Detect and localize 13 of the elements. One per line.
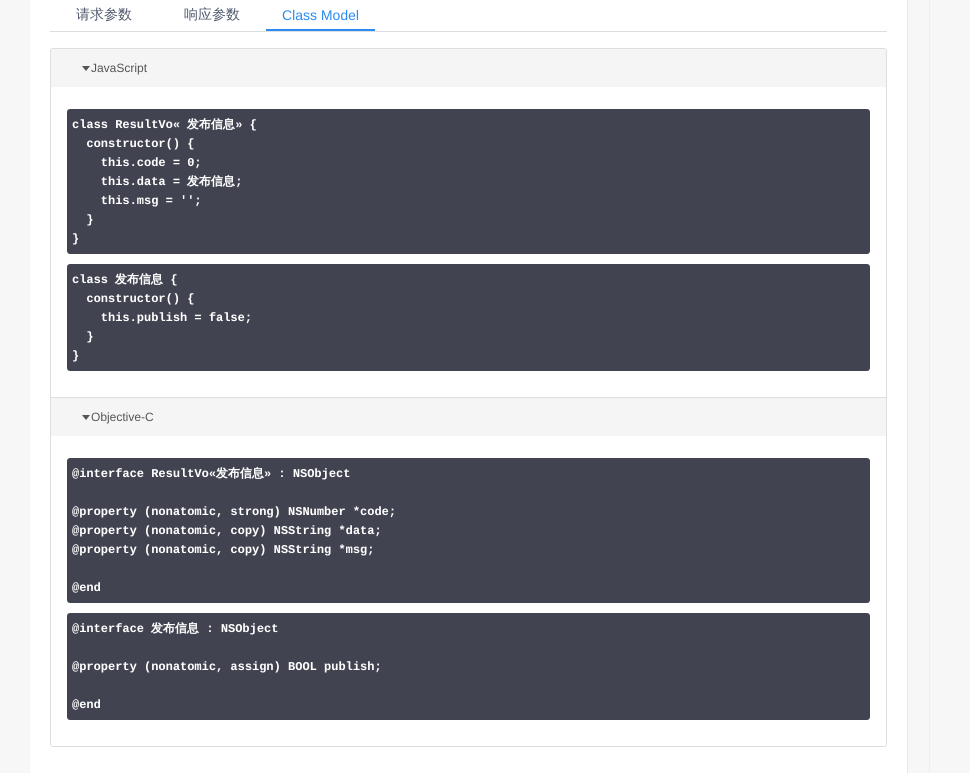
section-header[interactable]: Objective-C	[51, 397, 886, 436]
code-block: @interface ResultVo«发布信息» : NSObject @property (nonatomic, strong) NSNumber *code; @property (nonatomic, copy) NSString *data; @property (nonatomic, copy) NSString *msg; @end	[67, 458, 870, 603]
caret-icon	[82, 66, 90, 70]
code-block: @interface 发布信息 : NSObject @property (nonatomic, assign) BOOL publish; @end	[67, 613, 870, 720]
tab[interactable]: 请求参数	[50, 0, 158, 31]
caret-icon	[82, 414, 90, 420]
section-title: JavaScript	[91, 61, 148, 75]
code-block: class ResultVo« 发布信息» { constructor() { this.code = 0; this.data = 发布信息; this.msg = ''; } }	[67, 109, 870, 254]
section-header[interactable]: JavaScript	[51, 49, 886, 87]
section-title: Objective-C	[91, 410, 154, 424]
tab[interactable]: Class Model	[266, 0, 376, 31]
code-block: class 发布信息 { constructor() { this.publish = false; } }	[67, 264, 870, 371]
tab[interactable]: 响应参数	[158, 0, 266, 31]
